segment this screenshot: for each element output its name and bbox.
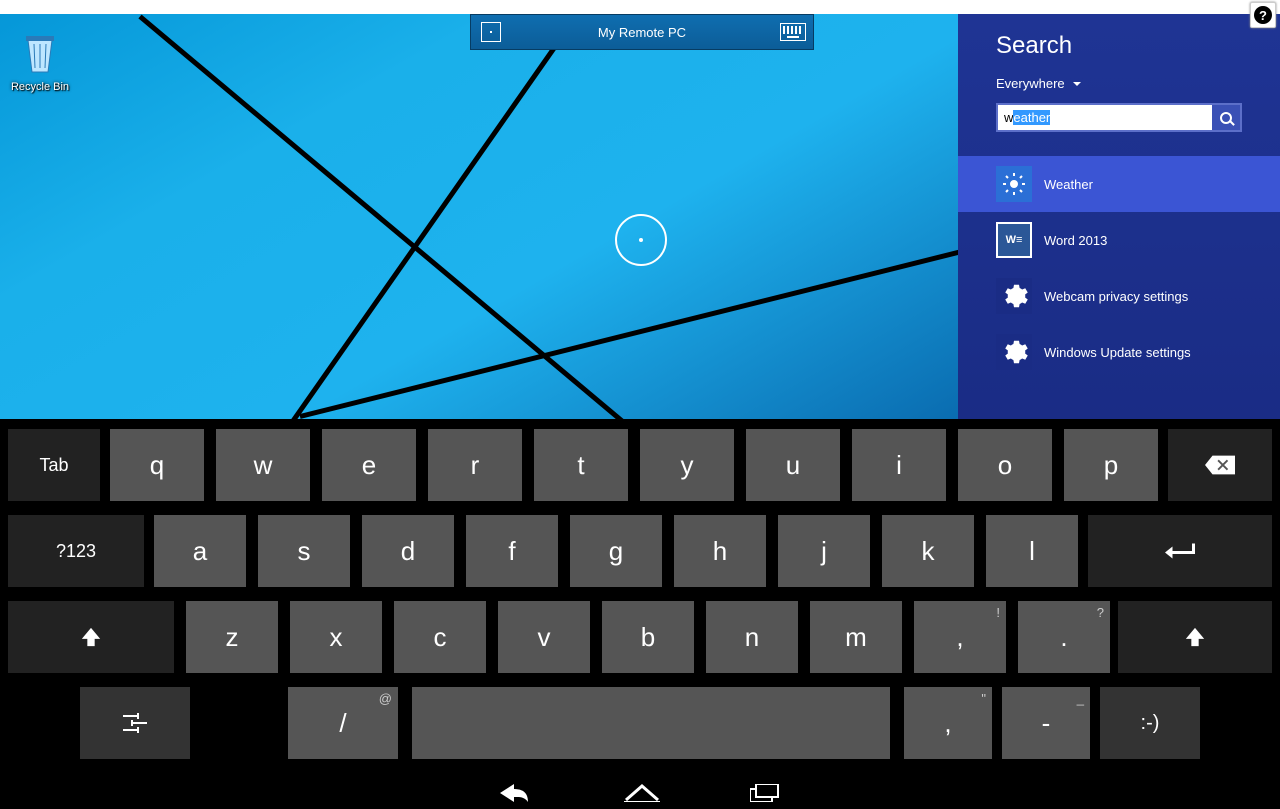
key-dash[interactable]: _- [1002,687,1090,759]
key-.[interactable]: ?. [1018,601,1110,673]
gear-icon [996,334,1032,370]
word-icon: W≡ [996,222,1032,258]
key-slash[interactable]: @/ [288,687,398,759]
search-scope-label: Everywhere [996,76,1065,91]
key-c[interactable]: c [394,601,486,673]
remote-session-toolbar: My Remote PC [470,14,814,50]
key-k[interactable]: k [882,515,974,587]
key-f[interactable]: f [466,515,558,587]
key-comma-r4[interactable]: ", [904,687,992,759]
help-icon: ? [1254,6,1272,24]
search-result-item[interactable]: Windows Update settings [958,324,1280,380]
tab-key[interactable]: Tab [8,429,100,501]
key-i[interactable]: i [852,429,946,501]
key-p[interactable]: p [1064,429,1158,501]
backspace-key[interactable] [1168,429,1272,501]
key-m[interactable]: m [810,601,902,673]
key-q[interactable]: q [110,429,204,501]
gear-icon [996,278,1032,314]
on-screen-keyboard: Tabqwertyuiop?123asdfghjklzxcvbnm!,?.@/ … [0,419,1280,809]
back-nav-icon[interactable] [500,784,528,802]
key-s[interactable]: s [258,515,350,587]
key-g[interactable]: g [570,515,662,587]
shift-key-right[interactable] [1118,601,1272,673]
key-t[interactable]: t [534,429,628,501]
key-d[interactable]: d [362,515,454,587]
key-z[interactable]: z [186,601,278,673]
search-result-label: Windows Update settings [1044,345,1191,360]
key-j[interactable]: j [778,515,870,587]
search-result-label: Webcam privacy settings [1044,289,1188,304]
recycle-bin-label: Recycle Bin [6,81,74,93]
keyboard-toggle-button[interactable] [773,15,813,49]
key-b[interactable]: b [602,601,694,673]
key-y[interactable]: y [640,429,734,501]
remote-desktop-view: Recycle Bin [0,14,958,419]
search-result-label: Weather [1044,177,1093,192]
key-x[interactable]: x [290,601,382,673]
weather-icon [996,166,1032,202]
search-scope-dropdown[interactable]: Everywhere [996,76,1280,91]
search-heading: Search [996,32,1280,60]
enter-key[interactable] [1088,515,1272,587]
symbols-key[interactable]: ?123 [8,515,144,587]
key-n[interactable]: n [706,601,798,673]
session-title: My Remote PC [511,25,773,40]
key-u[interactable]: u [746,429,840,501]
chevron-down-icon [1073,82,1081,90]
move-handle-icon[interactable] [471,15,511,49]
home-nav-icon[interactable] [624,784,660,802]
shift-key-left[interactable] [8,601,174,673]
help-button[interactable]: ? [1250,2,1276,28]
trash-icon [6,32,74,79]
key-h[interactable]: h [674,515,766,587]
key-l[interactable]: l [986,515,1078,587]
search-icon [1220,112,1232,124]
emoji-key[interactable]: :-) [1100,687,1200,759]
input-settings-key[interactable] [80,687,190,759]
search-result-item[interactable]: W≡ Word 2013 [958,212,1280,268]
search-input[interactable] [998,105,1212,130]
search-result-label: Word 2013 [1044,233,1107,248]
search-go-button[interactable] [1212,105,1240,130]
search-result-item[interactable]: Webcam privacy settings [958,268,1280,324]
pan-cursor-handle[interactable] [615,214,667,266]
recents-nav-icon[interactable] [750,784,780,802]
key-e[interactable]: e [322,429,416,501]
key-o[interactable]: o [958,429,1052,501]
recycle-bin-icon[interactable]: Recycle Bin [6,32,74,95]
space-key[interactable] [412,687,890,759]
key-v[interactable]: v [498,601,590,673]
search-result-item[interactable]: Weather [958,156,1280,212]
key-r[interactable]: r [428,429,522,501]
key-w[interactable]: w [216,429,310,501]
search-charm-panel: Search Everywhere Weather W≡ Word 2013 Webc… [958,14,1280,419]
key-a[interactable]: a [154,515,246,587]
key-,[interactable]: !, [914,601,1006,673]
